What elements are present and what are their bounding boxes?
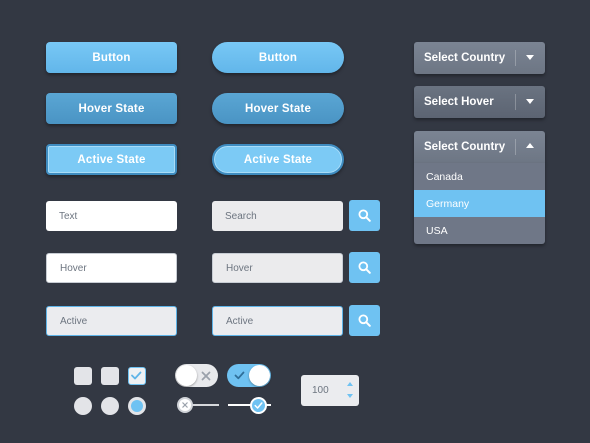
country-select-open[interactable]: Select Country — [414, 131, 545, 163]
text-input-hover[interactable]: Hover — [46, 253, 177, 283]
radio-dot — [131, 400, 143, 412]
button-label: Button — [258, 51, 298, 64]
text-input-placeholder: Text — [59, 210, 78, 222]
chevron-up-icon — [526, 143, 534, 148]
option-germany[interactable]: Germany — [414, 190, 545, 217]
chevron-down-icon[interactable] — [347, 394, 353, 398]
search-input-value: Active — [226, 315, 254, 327]
option-usa[interactable]: USA — [414, 217, 545, 244]
check-icon — [254, 402, 263, 409]
close-icon — [201, 371, 211, 381]
search-button-hover[interactable] — [349, 252, 380, 283]
checkbox-unchecked[interactable] — [74, 367, 92, 385]
checkbox-hover[interactable] — [101, 367, 119, 385]
button-label: Active State — [77, 153, 146, 166]
search-icon — [358, 209, 371, 222]
button-rect-hover[interactable]: Hover State — [46, 93, 177, 124]
search-icon — [358, 261, 371, 274]
search-input-hover[interactable]: Hover — [212, 253, 343, 283]
checkbox-checked[interactable] — [128, 367, 146, 385]
close-icon — [182, 402, 188, 408]
divider — [515, 139, 516, 155]
option-label: Germany — [426, 197, 470, 210]
button-pill-hover[interactable]: Hover State — [212, 93, 344, 124]
option-label: Canada — [426, 170, 463, 183]
toggle-on[interactable] — [227, 364, 271, 387]
button-label: Hover State — [78, 102, 145, 115]
text-input-value: Active — [60, 315, 88, 327]
search-input-placeholder: Search — [225, 210, 257, 222]
text-input-value: Hover — [60, 262, 87, 274]
toggle-knob — [249, 365, 270, 386]
check-icon — [131, 371, 142, 380]
radio-selected[interactable] — [128, 397, 146, 415]
button-pill[interactable]: Button — [212, 42, 344, 73]
slider-handle-active[interactable] — [250, 397, 267, 414]
chevron-up-icon[interactable] — [347, 382, 353, 386]
search-button[interactable] — [349, 200, 380, 231]
chevron-down-icon — [526, 55, 534, 60]
search-input-value: Hover — [226, 262, 253, 274]
stepper-value: 100 — [312, 385, 329, 396]
country-select-label: Select Hover — [424, 96, 494, 108]
button-label: Active State — [243, 153, 313, 166]
search-input-active[interactable]: Active — [212, 306, 343, 336]
button-pill-active[interactable]: Active State — [212, 144, 344, 175]
country-select-label: Select Country — [424, 52, 506, 64]
quantity-stepper[interactable]: 100 — [301, 375, 359, 406]
radio-hover[interactable] — [101, 397, 119, 415]
button-rect-active[interactable]: Active State — [46, 144, 177, 175]
country-select-label: Select Country — [424, 141, 506, 153]
search-icon — [358, 314, 371, 327]
divider — [515, 50, 516, 66]
button-label: Hover State — [244, 102, 312, 115]
search-input[interactable]: Search — [212, 201, 343, 231]
country-select-hover[interactable]: Select Hover — [414, 86, 545, 118]
option-label: USA — [426, 224, 448, 237]
country-select[interactable]: Select Country — [414, 42, 545, 74]
button-label: Button — [92, 51, 131, 64]
check-icon — [234, 371, 245, 380]
slider-handle[interactable] — [177, 397, 193, 413]
text-input-active[interactable]: Active — [46, 306, 177, 336]
radio-unchecked[interactable] — [74, 397, 92, 415]
toggle-knob — [176, 365, 197, 386]
divider — [515, 94, 516, 110]
country-options-list: Canada Germany USA — [414, 163, 545, 244]
button-rect[interactable]: Button — [46, 42, 177, 73]
option-canada[interactable]: Canada — [414, 163, 545, 190]
search-button-active[interactable] — [349, 305, 380, 336]
text-input[interactable]: Text — [46, 201, 177, 231]
toggle-off[interactable] — [175, 364, 218, 387]
chevron-down-icon — [526, 99, 534, 104]
